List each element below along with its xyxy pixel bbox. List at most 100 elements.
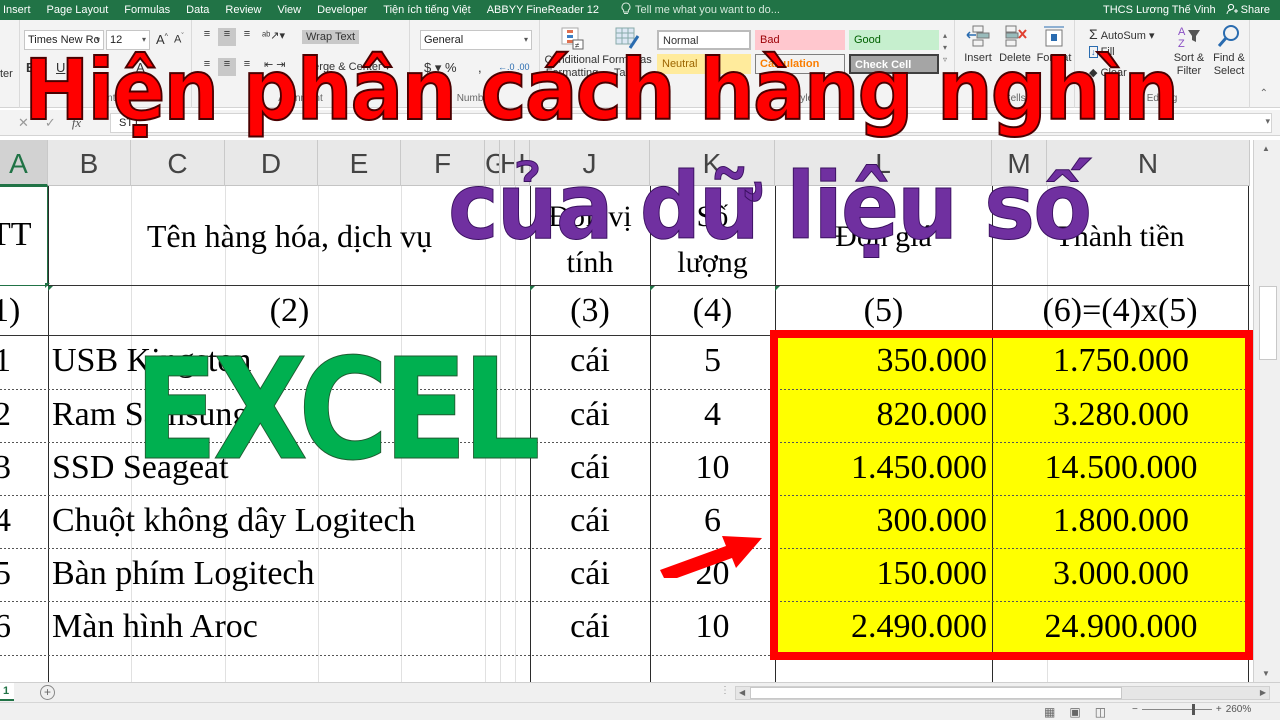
index-qty[interactable]: (4) — [650, 292, 775, 330]
cell-unit[interactable]: cái — [530, 396, 650, 434]
cell-stt[interactable]: 1 — [0, 342, 42, 380]
column-header-g[interactable]: G — [485, 140, 500, 186]
gallery-scroll-icon[interactable]: ▴ ▾ ▿ — [943, 30, 947, 66]
cell-price[interactable]: 350.000 — [775, 342, 988, 380]
cell-name[interactable]: USB Kingston — [52, 342, 527, 380]
format-as-table-button[interactable]: Format as Table — [602, 26, 652, 80]
cell-unit[interactable]: cái — [530, 555, 650, 593]
header-name[interactable]: Tên hàng hóa, dịch vụ — [52, 218, 527, 255]
increase-decimal-icon[interactable]: ←.0 .00 — [498, 62, 530, 72]
column-header-m[interactable]: M — [992, 140, 1047, 186]
cell-name[interactable]: Ram Samsung — [52, 396, 527, 434]
align-left-icon[interactable]: ≡ — [198, 58, 216, 76]
orientation-icon[interactable]: ᵃᵇ↗▾ — [262, 29, 285, 42]
style-check-cell[interactable]: Check Cell — [849, 54, 939, 74]
style-calculation[interactable]: Calculation — [755, 54, 845, 74]
formula-input[interactable]: STT — [110, 113, 1272, 133]
font-name-select[interactable]: Times New Ro ▾ — [24, 30, 104, 50]
font-size-select[interactable]: 12 ▾ — [106, 30, 150, 50]
style-normal[interactable]: Normal — [657, 30, 751, 50]
add-sheet-button[interactable]: + — [40, 685, 55, 700]
indent-icons[interactable]: ⇤ ⇥ — [264, 58, 286, 71]
tab-abbyy-finereader[interactable]: ABBYY FineReader 12 — [479, 0, 607, 20]
cell-stt[interactable]: 3 — [0, 449, 42, 487]
column-header-a[interactable]: A — [0, 140, 48, 186]
cancel-icon[interactable]: ✕ — [18, 115, 29, 131]
tab-insert[interactable]: Insert — [0, 0, 39, 20]
cell-stt[interactable]: 2 — [0, 396, 42, 434]
tab-formulas[interactable]: Formulas — [116, 0, 178, 20]
vertical-scrollbar[interactable]: ▲ ▼ — [1253, 140, 1280, 682]
autosum-button[interactable]: Σ AutoSum ▾ — [1089, 26, 1155, 42]
column-header-l[interactable]: L — [775, 140, 992, 186]
tab-split-handle[interactable]: ⋮ — [720, 685, 730, 696]
zoom-level[interactable]: 260% — [1226, 704, 1252, 715]
cell-price[interactable]: 820.000 — [775, 396, 988, 434]
align-center-icon[interactable]: ≡ — [218, 58, 236, 76]
column-header-h[interactable]: H — [500, 140, 515, 186]
sort-filter-button[interactable]: AZ Sort & Filter — [1169, 24, 1209, 78]
cell-qty[interactable]: 10 — [650, 608, 775, 646]
column-header-k[interactable]: K — [650, 140, 775, 186]
cell-stt[interactable]: 5 — [0, 555, 42, 593]
scroll-down-icon[interactable]: ▼ — [1262, 669, 1270, 678]
header-total[interactable]: Thành tiền — [992, 220, 1248, 254]
column-header-j[interactable]: J — [530, 140, 650, 186]
page-break-view-icon[interactable]: ◫ — [1095, 705, 1106, 719]
scroll-right-icon[interactable]: ▶ — [1260, 687, 1266, 699]
number-format-select[interactable]: General ▾ — [420, 30, 532, 50]
cell-qty[interactable]: 4 — [650, 396, 775, 434]
header-price[interactable]: Đơn giá — [775, 220, 992, 254]
column-header-i[interactable]: I — [515, 140, 530, 186]
bold-icon[interactable]: B — [26, 60, 35, 75]
cell-qty[interactable]: 5 — [650, 342, 775, 380]
cell-name[interactable]: Bàn phím Logitech — [52, 555, 527, 593]
index-total[interactable]: (6)=(4)x(5) — [992, 292, 1248, 330]
tab-developer[interactable]: Developer — [309, 0, 375, 20]
page-layout-view-icon[interactable]: ▣ — [1069, 705, 1080, 719]
index-unit[interactable]: (3) — [530, 292, 650, 330]
cell-price[interactable]: 300.000 — [775, 502, 988, 540]
cell-qty[interactable]: 6 — [650, 502, 775, 540]
cell-unit[interactable]: cái — [530, 449, 650, 487]
index-price[interactable]: (5) — [775, 292, 992, 330]
horizontal-scrollbar[interactable]: ◀ ▶ — [735, 686, 1270, 700]
worksheet-grid[interactable]: TT Tên hàng hóa, dịch vụ Đơn vị tính Số … — [0, 186, 1250, 682]
font-color-icon[interactable]: A — [136, 60, 145, 78]
cell-stt[interactable]: 4 — [0, 502, 42, 540]
clear-button[interactable]: ◆ Clear — [1089, 66, 1127, 79]
format-painter-label[interactable]: ter — [0, 68, 13, 80]
wrap-text-button[interactable]: Wrap Text — [302, 30, 360, 44]
sheet-tab-active[interactable]: 1 — [0, 683, 14, 701]
tell-me-box[interactable]: Tell me what you want to do... — [621, 2, 780, 18]
share-button[interactable]: Share — [1226, 3, 1280, 18]
tab-view[interactable]: View — [269, 0, 309, 20]
zoom-out-icon[interactable]: − — [1132, 704, 1138, 715]
insert-cells-button[interactable]: Insert — [961, 24, 995, 65]
cell-name[interactable]: SSD Seageat — [52, 449, 527, 487]
conditional-formatting-button[interactable]: ≠ Conditional Formatting — [542, 26, 602, 80]
underline-icon[interactable]: U — [56, 60, 65, 75]
delete-cells-button[interactable]: Delete — [995, 24, 1035, 65]
cell-unit[interactable]: cái — [530, 342, 650, 380]
column-header-f[interactable]: F — [401, 140, 485, 186]
merge-center-button[interactable]: Merge & Center ▾ — [304, 60, 390, 73]
decrease-font-icon[interactable]: Aˇ — [174, 33, 184, 46]
scroll-left-icon[interactable]: ◀ — [739, 687, 745, 699]
cell-total[interactable]: 1.800.000 — [992, 502, 1250, 540]
cell-total[interactable]: 24.900.000 — [992, 608, 1250, 646]
cell-price[interactable]: 1.450.000 — [775, 449, 987, 487]
find-select-button[interactable]: Find & Select — [1209, 24, 1249, 78]
zoom-slider[interactable] — [1141, 704, 1212, 715]
italic-icon[interactable]: I — [42, 60, 46, 76]
column-header-c[interactable]: C — [131, 140, 225, 186]
user-name[interactable]: THCS Lương Thế Vinh — [1103, 4, 1226, 16]
align-top-icon[interactable]: ≡ — [198, 28, 216, 46]
collapse-ribbon-icon[interactable]: ⌃ — [1260, 88, 1268, 99]
cell-name[interactable]: Màn hình Aroc — [52, 608, 527, 646]
expand-formula-bar-icon[interactable]: ▾ — [1265, 116, 1270, 127]
cell-qty[interactable]: 10 — [650, 449, 775, 487]
cell-qty[interactable]: 20 — [650, 555, 775, 593]
increase-font-icon[interactable]: A^ — [156, 32, 168, 47]
currency-icon[interactable]: $ ▾ % — [424, 60, 457, 76]
